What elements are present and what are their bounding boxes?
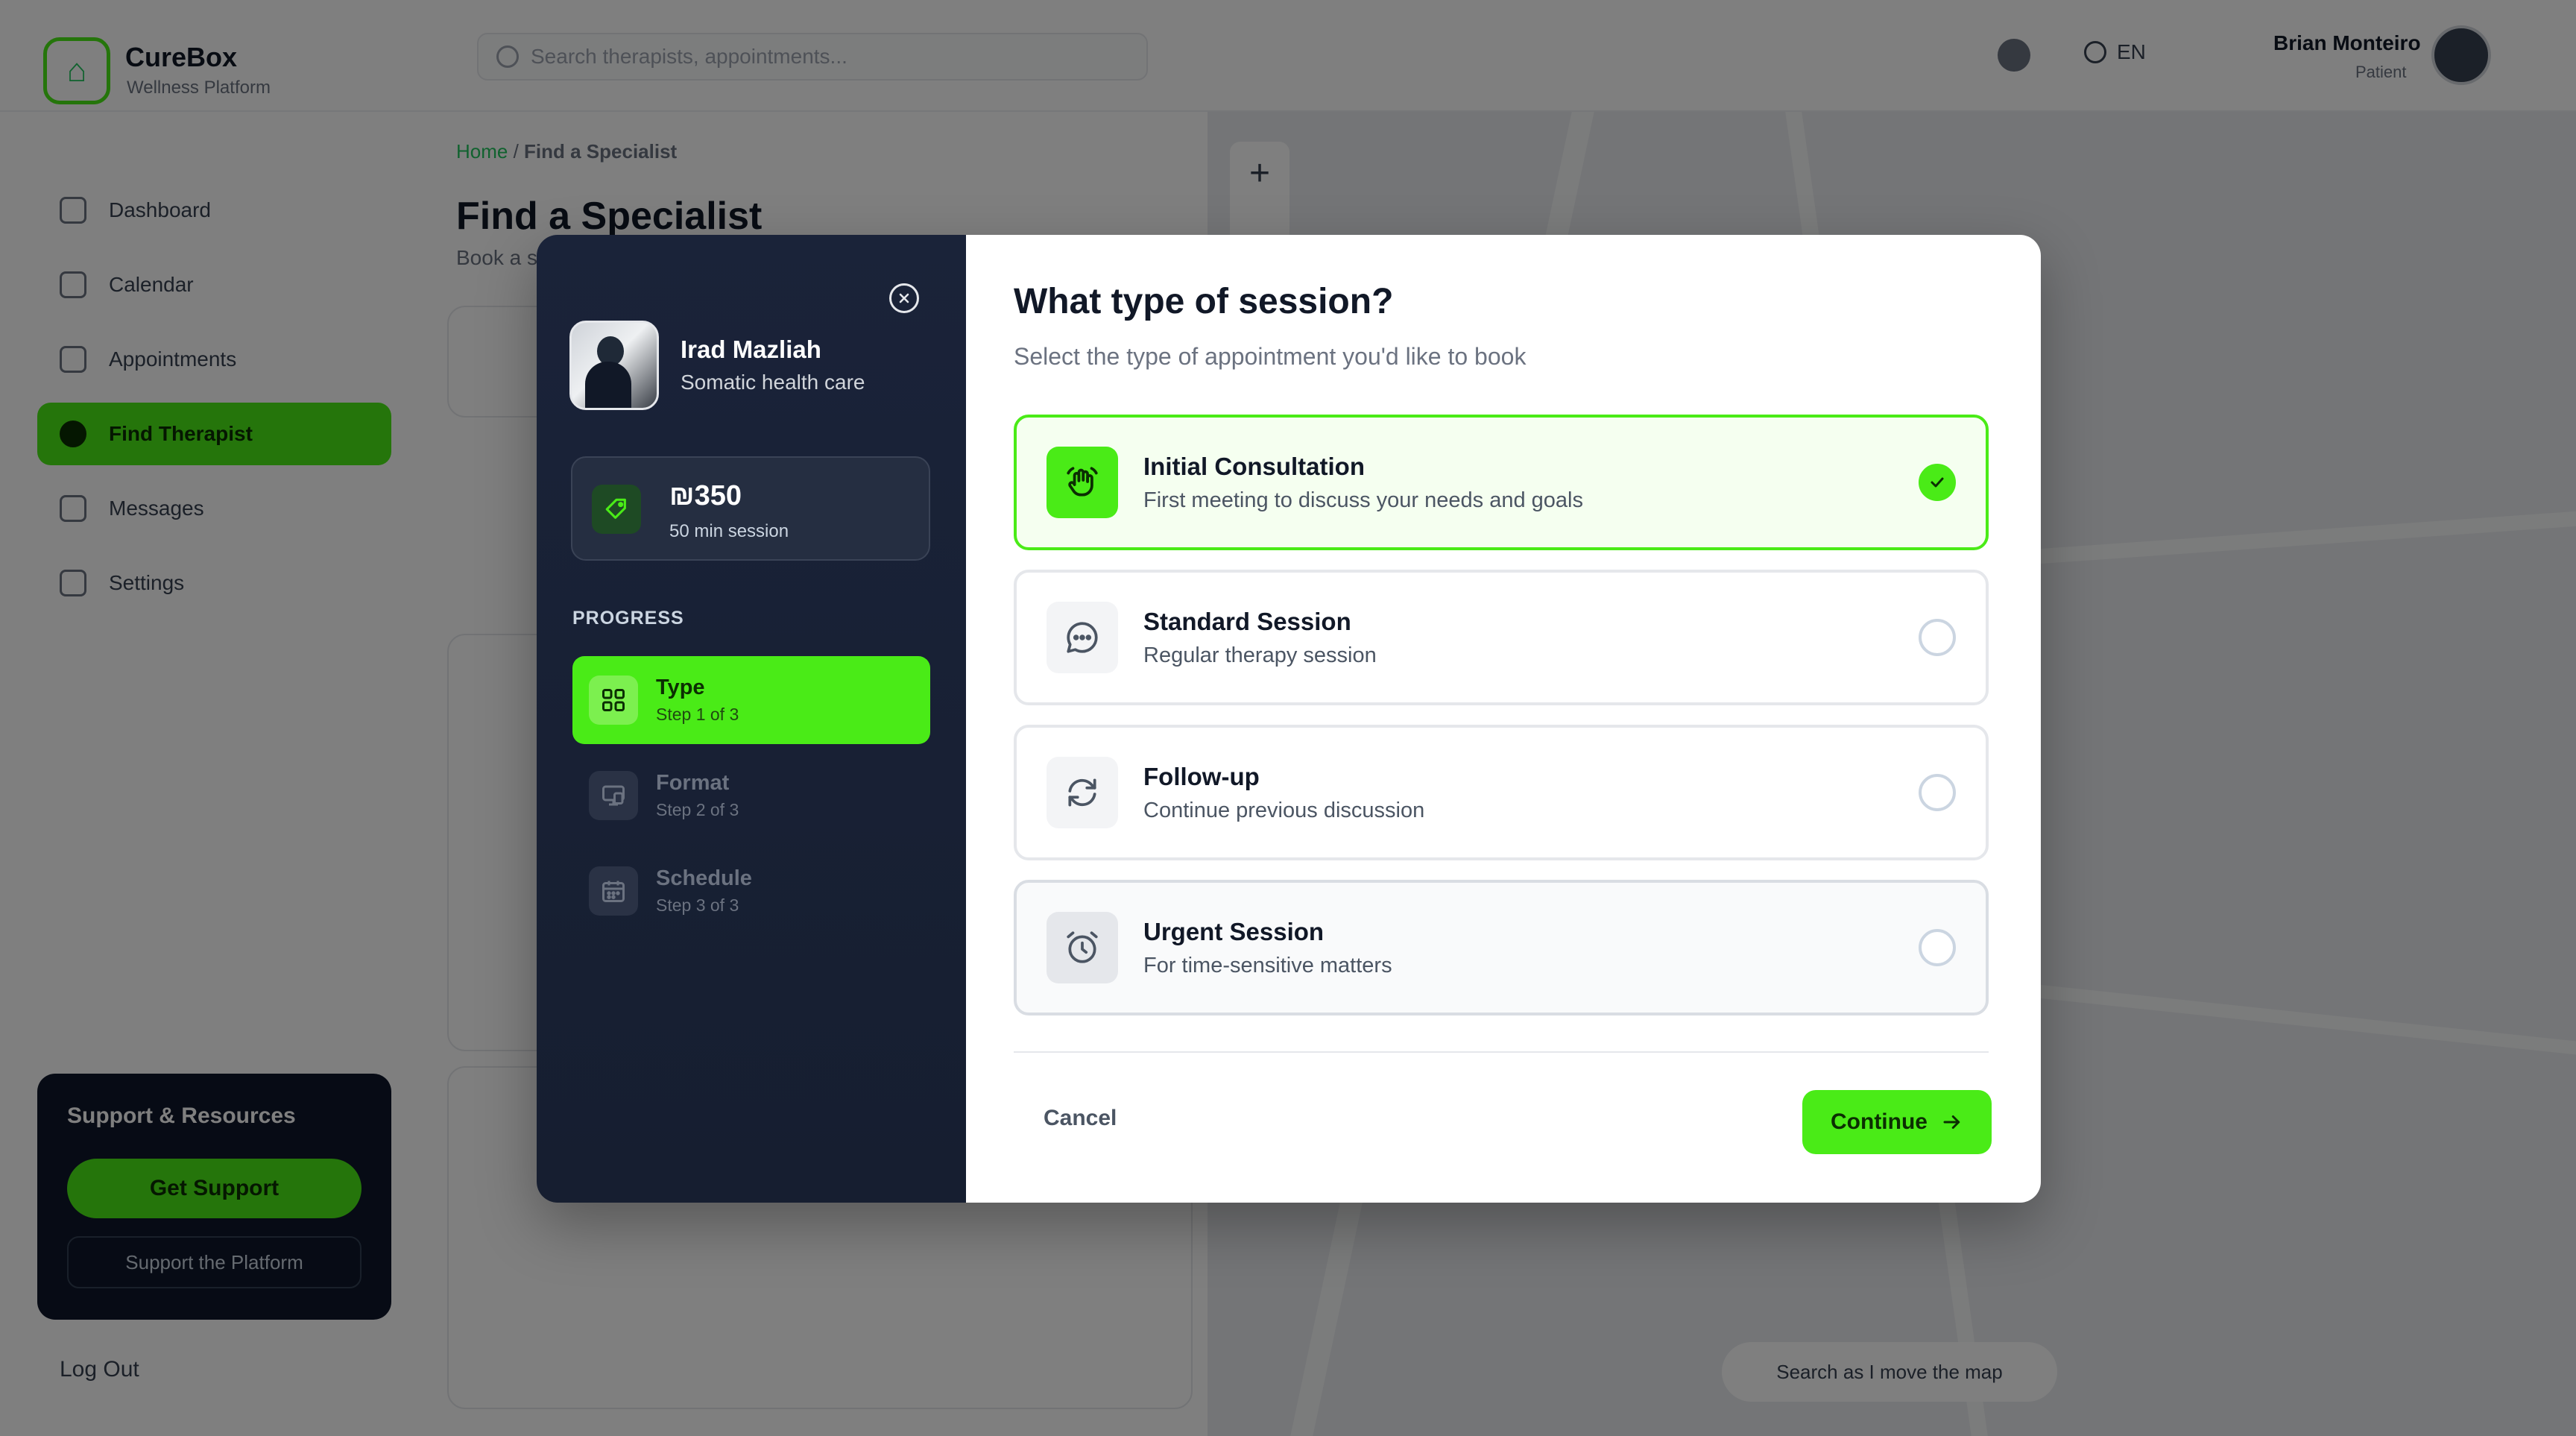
- option-description: Regular therapy session: [1143, 643, 1377, 667]
- option-name: Initial Consultation: [1143, 452, 1365, 480]
- option-name: Follow-up: [1143, 762, 1260, 790]
- question-subtitle: Select the type of appointment you'd lik…: [1014, 343, 1527, 370]
- session-price: ₪350: [669, 480, 742, 511]
- option-description: First meeting to discuss your needs and …: [1143, 488, 1583, 512]
- continue-label: Continue: [1831, 1109, 1928, 1134]
- step-counter: Step 2 of 3: [656, 800, 739, 819]
- option-name: Urgent Session: [1143, 917, 1325, 945]
- option-initial-consultation[interactable]: Initial Consultation First meeting to di…: [1014, 415, 1989, 550]
- price-card: ₪350 50 min session: [571, 456, 930, 561]
- step-schedule: Schedule Step 3 of 3: [572, 847, 930, 935]
- option-name: Standard Session: [1143, 607, 1351, 635]
- modal-content: What type of session? Select the type of…: [966, 235, 2041, 1203]
- close-icon[interactable]: [889, 283, 919, 313]
- option-radio-checked[interactable]: [1919, 464, 1956, 501]
- step-type: Type Step 1 of 3: [572, 656, 930, 744]
- session-duration: 50 min session: [669, 521, 789, 541]
- chat-bubble-icon: [1046, 602, 1118, 673]
- option-urgent-session[interactable]: Urgent Session For time-sensitive matter…: [1014, 880, 1989, 1015]
- option-description: For time-sensitive matters: [1143, 953, 1392, 977]
- option-description: Continue previous discussion: [1143, 798, 1425, 822]
- monitor-icon: [589, 771, 638, 820]
- therapist-photo: [569, 321, 659, 410]
- footer-divider: [1014, 1051, 1989, 1053]
- step-counter: Step 3 of 3: [656, 895, 739, 915]
- alarm-clock-icon: [1046, 912, 1118, 983]
- option-follow-up[interactable]: Follow-up Continue previous discussion: [1014, 725, 1989, 860]
- cancel-button[interactable]: Cancel: [1044, 1106, 1117, 1131]
- step-format: Format Step 2 of 3: [572, 752, 930, 840]
- price-tag-icon: [592, 485, 641, 534]
- grid-icon: [589, 676, 638, 725]
- arrow-right-icon: [1943, 1115, 1960, 1129]
- option-standard-session[interactable]: Standard Session Regular therapy session: [1014, 570, 1989, 705]
- step-name: Schedule: [656, 866, 752, 890]
- question-title: What type of session?: [1014, 282, 1394, 321]
- refresh-icon: [1046, 757, 1118, 828]
- step-counter: Step 1 of 3: [656, 705, 739, 724]
- option-radio[interactable]: [1919, 619, 1956, 656]
- step-name: Type: [656, 676, 705, 699]
- step-name: Format: [656, 771, 730, 795]
- hand-wave-icon: [1046, 447, 1118, 518]
- modal-sidebar: Irad Mazliah Somatic health care ₪350 50…: [537, 235, 966, 1203]
- continue-button[interactable]: Continue: [1802, 1090, 1992, 1154]
- calendar-icon: [589, 866, 638, 916]
- therapist-name: Irad Mazliah: [681, 336, 821, 363]
- therapist-specialty: Somatic health care: [681, 371, 865, 394]
- booking-modal: Irad Mazliah Somatic health care ₪350 50…: [537, 235, 2041, 1203]
- progress-title: PROGRESS: [572, 608, 684, 629]
- option-radio[interactable]: [1919, 929, 1956, 966]
- option-radio[interactable]: [1919, 774, 1956, 811]
